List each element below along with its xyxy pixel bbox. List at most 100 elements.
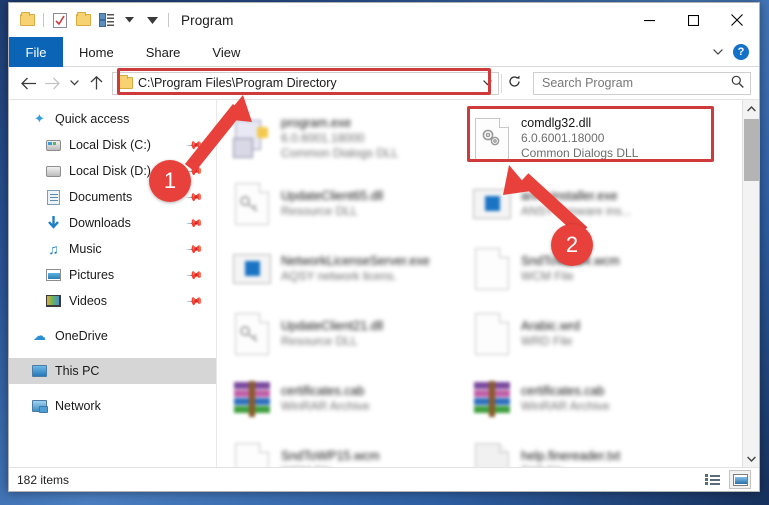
file-name: UpdateClient21.dll xyxy=(281,318,384,333)
search-input[interactable]: Search Program xyxy=(533,71,751,95)
file-item-networklicenseserver-exe[interactable]: NetworkLicenseServer.exe AQSY network li… xyxy=(225,236,465,301)
vertical-scrollbar[interactable] xyxy=(742,100,759,467)
scroll-up-icon[interactable] xyxy=(743,100,760,117)
file-item-text: UpdateClient21.dll Resource DLL xyxy=(281,319,383,349)
scrollbar-track[interactable] xyxy=(743,117,760,450)
exe-icon xyxy=(469,181,515,227)
file-item-text: comdlg32.dll 6.0.6001.18000 Common Dialo… xyxy=(521,116,638,161)
details-view-icon[interactable] xyxy=(701,470,723,489)
pin-icon[interactable]: 📌 xyxy=(186,240,205,258)
file-item-text: UpdateClient65.dll Resource DLL xyxy=(281,189,383,219)
sidebar-item-documents[interactable]: Documents 📌 xyxy=(9,184,216,210)
sidebar-item-downloads[interactable]: Downloads 📌 xyxy=(9,210,216,236)
scroll-down-icon[interactable] xyxy=(743,450,760,467)
folder-icon[interactable] xyxy=(17,10,37,30)
file-explorer-window: Program File Home Share View ? C:\Progra… xyxy=(8,2,760,492)
sidebar-item-label: Local Disk (D:) xyxy=(69,164,151,178)
sidebar-item-local-disk-c[interactable]: Local Disk (C:) 📌 xyxy=(9,132,216,158)
file-item-help-finereader-txt[interactable]: help.finereader.txt TXT File xyxy=(465,431,705,467)
pin-icon[interactable]: 📌 xyxy=(186,136,205,154)
file-item-arabic-wrd[interactable]: Arabic.wrd WRD File xyxy=(465,301,705,366)
sidebar-item-quick-access[interactable]: ✦ Quick access xyxy=(9,106,216,132)
dll-key-icon xyxy=(229,311,275,357)
pin-icon[interactable]: 📌 xyxy=(186,266,205,284)
chevron-down-icon[interactable] xyxy=(713,46,723,58)
ribbon-actions: ? xyxy=(713,37,759,66)
file-item-program-exe[interactable]: program.exe 6.0.6001.18000 Common Dialog… xyxy=(225,106,465,171)
exe-icon xyxy=(229,246,275,292)
blank-doc-icon xyxy=(229,441,275,467)
back-button[interactable] xyxy=(17,71,39,95)
minimize-button[interactable] xyxy=(627,3,671,37)
file-name: SndToWP15.wcm xyxy=(281,448,380,463)
up-button[interactable] xyxy=(85,71,107,95)
address-path-text: C:\Program Files\Program Directory xyxy=(138,76,337,90)
tab-home[interactable]: Home xyxy=(63,37,130,67)
file-description: ANSY firmware ins... xyxy=(521,203,632,218)
new-folder-icon[interactable] xyxy=(73,10,93,30)
sidebar-item-label: Music xyxy=(69,242,102,256)
refresh-button[interactable] xyxy=(504,75,525,91)
chevron-down-icon[interactable] xyxy=(119,10,139,30)
sidebar-item-local-disk-d[interactable]: Local Disk (D:) 📌 xyxy=(9,158,216,184)
file-item-comdlg32-dll[interactable]: comdlg32.dll 6.0.6001.18000 Common Dialo… xyxy=(465,106,705,171)
file-description: Resource DLL xyxy=(281,203,358,218)
file-item-text: help.finereader.txt TXT File xyxy=(521,449,620,468)
search-placeholder: Search Program xyxy=(542,76,634,90)
sidebar-item-music[interactable]: ♫ Music 📌 xyxy=(9,236,216,262)
blank-doc-icon xyxy=(469,441,515,467)
recent-locations-button[interactable] xyxy=(65,71,83,95)
this-pc-icon xyxy=(31,363,48,380)
file-item-updateclient21-dll[interactable]: UpdateClient21.dll Resource DLL xyxy=(225,301,465,366)
properties-icon[interactable] xyxy=(50,10,70,30)
tab-share[interactable]: Share xyxy=(130,37,197,67)
file-item-certificates-cab-2[interactable]: certificates.cab WinRAR Archive xyxy=(465,366,705,431)
dll-key-icon xyxy=(229,181,275,227)
tab-view[interactable]: View xyxy=(196,37,256,67)
close-button[interactable] xyxy=(715,3,759,37)
customize-icon[interactable] xyxy=(96,10,116,30)
sidebar-item-videos[interactable]: Videos 📌 xyxy=(9,288,216,314)
pin-icon[interactable]: 📌 xyxy=(186,162,205,180)
forward-button[interactable] xyxy=(41,71,63,95)
sidebar-item-label: Network xyxy=(55,399,101,413)
navigation-pane[interactable]: ✦ Quick access Local Disk (C:) 📌 Local D… xyxy=(9,100,216,467)
file-item-sndtowp64-wcm[interactable]: SndToWP64.wcm WCM File xyxy=(465,236,705,301)
file-name: comdlg32.dll xyxy=(521,116,592,130)
maximize-button[interactable] xyxy=(671,3,715,37)
help-icon[interactable]: ? xyxy=(733,43,749,60)
file-item-certificates-cab-1[interactable]: certificates.cab WinRAR Archive xyxy=(225,366,465,431)
file-item-anmsinstaller-exe[interactable]: anmsinstaller.exe ANSY firmware ins... xyxy=(465,171,705,236)
item-count-label: 182 items xyxy=(17,472,70,487)
thumbnail-view-icon[interactable] xyxy=(729,470,751,489)
sidebar-item-network[interactable]: Network xyxy=(9,393,216,419)
documents-icon xyxy=(45,189,62,206)
quick-access-toolbar xyxy=(9,10,172,30)
ribbon-tab-bar: File Home Share View ? xyxy=(9,37,759,67)
sidebar-item-pictures[interactable]: Pictures 📌 xyxy=(9,262,216,288)
sidebar-item-label: Videos xyxy=(69,294,107,308)
pin-icon[interactable]: 📌 xyxy=(186,188,205,206)
divider xyxy=(43,13,44,27)
file-item-updateclient65-dll[interactable]: UpdateClient65.dll Resource DLL xyxy=(225,171,465,236)
sidebar-item-this-pc[interactable]: This PC xyxy=(9,358,216,384)
dropdown-icon[interactable] xyxy=(142,10,162,30)
address-input[interactable]: C:\Program Files\Program Directory xyxy=(112,71,499,95)
address-dropdown-icon[interactable] xyxy=(478,78,496,89)
rar-icon xyxy=(229,376,275,422)
sidebar-item-label: Pictures xyxy=(69,268,115,282)
sidebar-item-onedrive[interactable]: ☁ OneDrive xyxy=(9,323,216,349)
search-icon[interactable] xyxy=(731,75,744,91)
status-bar: 182 items xyxy=(9,467,759,491)
file-item-sndtowp15-wcm[interactable]: SndToWP15.wcm WCM File xyxy=(225,431,465,467)
scrollbar-thumb[interactable] xyxy=(743,119,759,181)
divider xyxy=(168,13,169,27)
pin-icon[interactable]: 📌 xyxy=(186,292,205,310)
file-list-pane[interactable]: program.exe 6.0.6001.18000 Common Dialog… xyxy=(216,100,759,467)
file-description: Common Dialogs DLL xyxy=(521,146,639,160)
file-name: certificates.cab xyxy=(521,383,605,398)
tab-file[interactable]: File xyxy=(9,37,63,67)
pin-icon[interactable]: 📌 xyxy=(186,214,205,232)
file-description: WinRAR Archive xyxy=(281,398,370,413)
